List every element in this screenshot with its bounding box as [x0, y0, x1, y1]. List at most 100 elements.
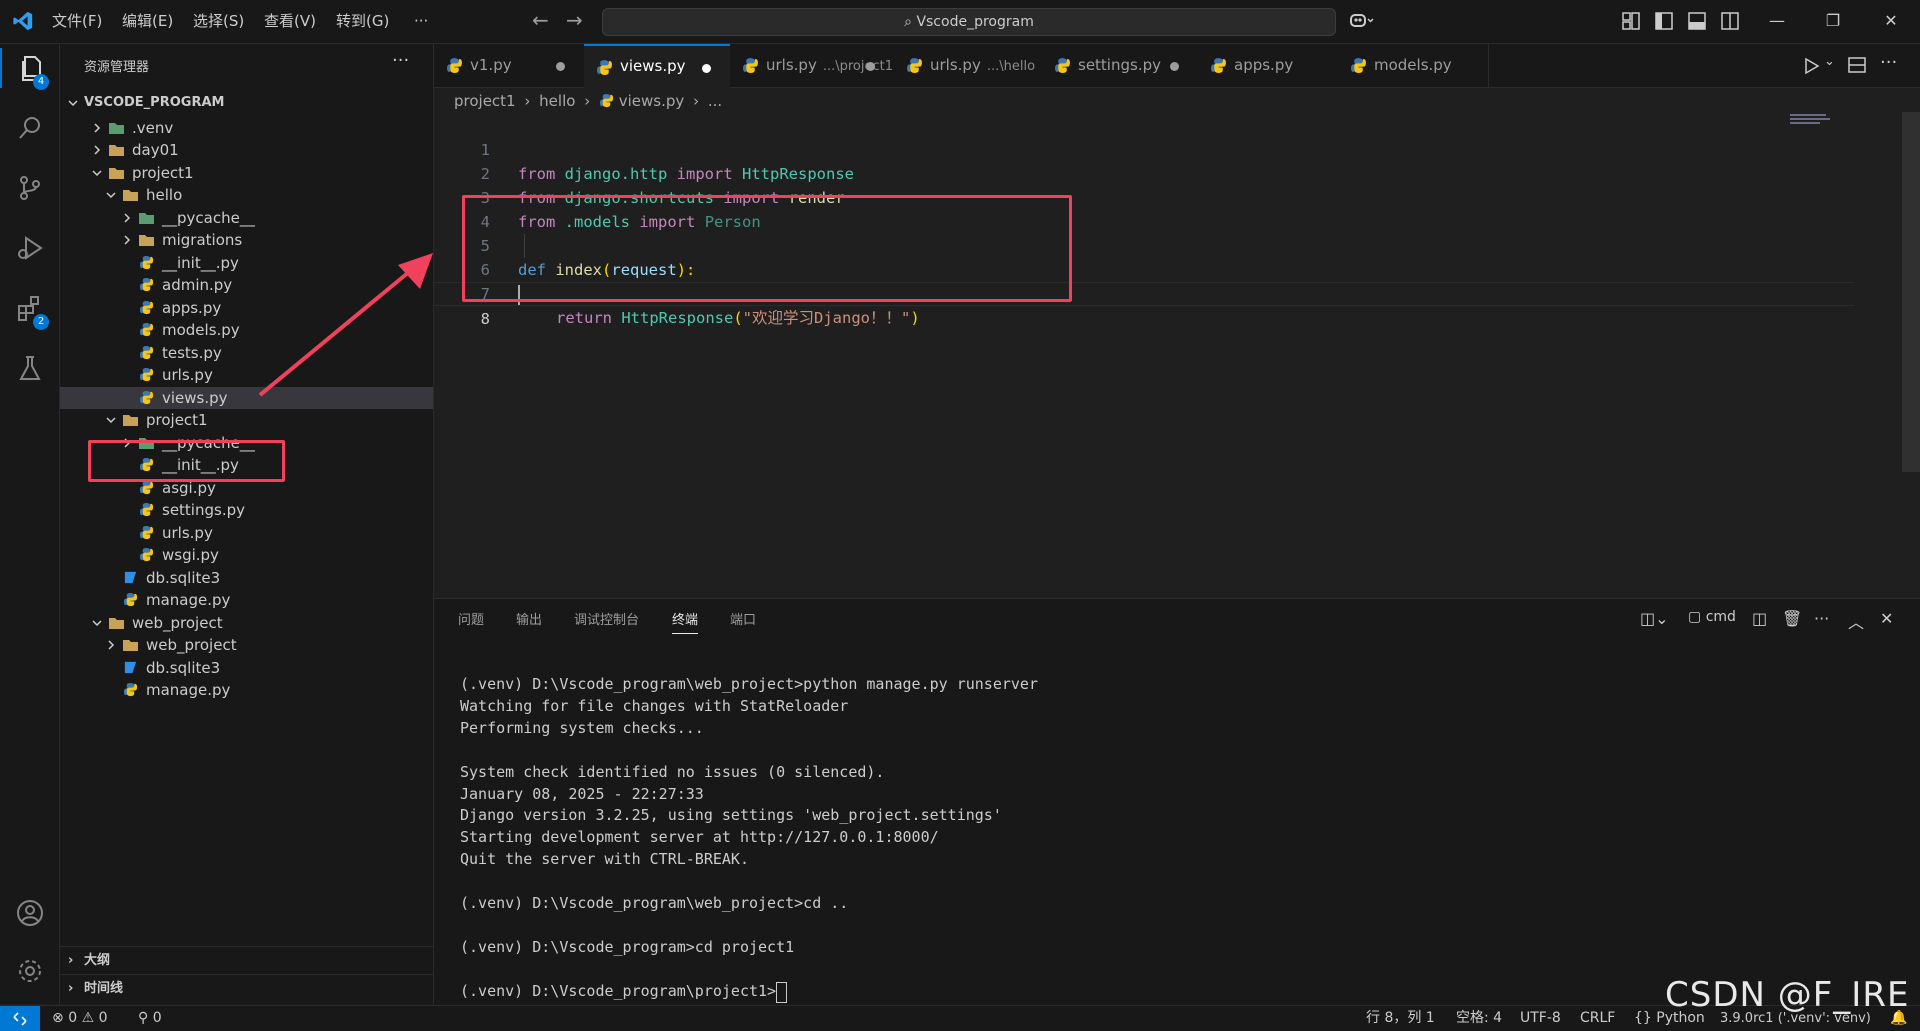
restore-icon[interactable]: ❐: [1818, 6, 1848, 36]
close-window-icon[interactable]: ✕: [1876, 6, 1906, 36]
panel-tab-output[interactable]: 输出: [516, 609, 542, 633]
tree-item[interactable]: settings.py: [60, 499, 433, 522]
tree-item[interactable]: web_project: [60, 634, 433, 657]
maximize-panel-chevron-up-icon[interactable]: ︿: [1848, 609, 1864, 633]
menu-selection[interactable]: 选择(S): [193, 0, 244, 43]
panel-more-icon[interactable]: ···: [1814, 609, 1829, 628]
search-icon[interactable]: [0, 104, 59, 152]
extensions-icon[interactable]: [0, 284, 59, 332]
folder-icon: [123, 640, 138, 652]
tree-item[interactable]: manage.py: [60, 589, 433, 612]
tree-item[interactable]: .venv: [60, 117, 433, 140]
forward-arrow-icon[interactable]: →: [566, 8, 583, 32]
breadcrumb-item[interactable]: hello: [539, 92, 575, 110]
new-terminal-split-icon[interactable]: ◫⌄: [1640, 609, 1669, 628]
breadcrumb-separator-icon: ›: [524, 92, 531, 110]
editor-tab[interactable]: apps.py: [1198, 44, 1339, 87]
workspace-root[interactable]: VSCODE_PROGRAM: [60, 89, 433, 117]
outline-section[interactable]: › 大纲: [60, 946, 433, 974]
source-control-icon[interactable]: [0, 164, 59, 212]
editor-tab[interactable]: urls.py ...\hello: [894, 44, 1043, 87]
customize-layout-icon[interactable]: [1622, 12, 1640, 30]
indentation[interactable]: 空格: 4: [1456, 1006, 1502, 1031]
panel-tab-problems[interactable]: 问题: [458, 609, 484, 633]
tree-item[interactable]: __pycache__: [60, 207, 433, 230]
unsaved-dot-icon[interactable]: [702, 64, 711, 73]
toggle-secondary-sidebar-icon[interactable]: [1721, 12, 1739, 30]
tree-item-label: migrations: [162, 231, 243, 250]
terminal-shell-selector[interactable]: ▢ cmd: [1688, 609, 1736, 625]
editor-tab[interactable]: views.py: [584, 44, 731, 88]
python-file-icon: [139, 503, 154, 517]
settings-gear-icon[interactable]: [0, 947, 59, 995]
split-editor-icon[interactable]: [1848, 56, 1866, 74]
tree-item[interactable]: wsgi.py: [60, 544, 433, 567]
breadcrumb-item[interactable]: views.py: [619, 92, 685, 110]
panel-tab-ports[interactable]: 端口: [730, 609, 756, 633]
tree-item-label: urls.py: [162, 366, 213, 385]
chevron-down-icon: [106, 192, 116, 199]
editor-tab[interactable]: models.py: [1338, 44, 1489, 87]
tab-label: apps.py: [1234, 56, 1294, 74]
file-highlight-box: [88, 440, 285, 482]
tree-item[interactable]: urls.py: [60, 522, 433, 545]
copilot-icon[interactable]: [1348, 10, 1374, 32]
minimize-icon[interactable]: —: [1762, 6, 1792, 36]
close-panel-icon[interactable]: ✕: [1880, 609, 1893, 628]
tree-item[interactable]: project1: [60, 409, 433, 432]
menu-edit[interactable]: 编辑(E): [122, 0, 173, 43]
tree-item[interactable]: manage.py: [60, 679, 433, 702]
tree-item[interactable]: day01: [60, 139, 433, 162]
tree-item[interactable]: hello: [60, 184, 433, 207]
folder-icon: [109, 617, 124, 629]
menu-go[interactable]: 转到(G): [336, 0, 389, 43]
run-debug-icon[interactable]: [0, 224, 59, 272]
encoding[interactable]: UTF-8: [1520, 1006, 1561, 1031]
panel-tab-debug-console[interactable]: 调试控制台: [574, 609, 639, 633]
breadcrumb-item[interactable]: ...: [708, 92, 722, 110]
menu-file[interactable]: 文件(F): [52, 0, 102, 43]
toggle-sidebar-icon[interactable]: [1655, 12, 1673, 30]
breadcrumb-item[interactable]: project1: [454, 92, 516, 110]
editor-tab[interactable]: urls.py ...\project1: [730, 44, 895, 87]
problems-indicator[interactable]: ⊗ 0 ⚠ 0: [52, 1006, 108, 1031]
editor-tab[interactable]: settings.py: [1042, 44, 1199, 87]
menu-more[interactable]: ···: [414, 0, 428, 43]
line-endings[interactable]: CRLF: [1580, 1006, 1615, 1031]
unsaved-dot-icon[interactable]: [556, 62, 565, 71]
terminal-line: (.venv) D:\Vscode_program\project1>: [460, 981, 777, 1000]
run-dropdown-icon[interactable]: ⌄: [1824, 54, 1835, 69]
toggle-panel-icon[interactable]: [1688, 12, 1706, 30]
breadcrumb: project1 › hello › views.py › ...: [434, 88, 722, 115]
tree-item[interactable]: db.sqlite3: [60, 567, 433, 590]
testing-icon[interactable]: [0, 344, 59, 392]
editor-more-icon[interactable]: ···: [1880, 52, 1897, 73]
explorer-badge: 4: [33, 74, 49, 90]
panel-tab-terminal[interactable]: 终端: [672, 609, 699, 634]
tree-item-label: day01: [132, 141, 179, 160]
kill-terminal-trash-icon[interactable]: 🗑: [1782, 609, 1802, 628]
cursor-position[interactable]: 行 8，列 1: [1366, 1006, 1435, 1031]
unsaved-dot-icon[interactable]: [866, 62, 875, 71]
unsaved-dot-icon[interactable]: [1170, 62, 1179, 71]
activity-bar: 4 2: [0, 44, 60, 1004]
timeline-section[interactable]: › 时间线: [60, 974, 433, 1002]
tree-item[interactable]: web_project: [60, 612, 433, 635]
command-center-search[interactable]: ⌕ Vscode_program: [602, 8, 1336, 36]
sidebar-more-button[interactable]: ···: [392, 50, 409, 71]
menu-view[interactable]: 查看(V): [264, 0, 316, 43]
split-terminal-icon[interactable]: ◫: [1752, 609, 1767, 628]
chevron-right-icon: [94, 123, 101, 133]
minimap[interactable]: [1790, 114, 1836, 126]
remote-indicator[interactable]: [0, 1006, 40, 1031]
ports-indicator[interactable]: ⚲ 0: [138, 1006, 162, 1031]
editor-scrollbar[interactable]: [1902, 112, 1920, 472]
accounts-icon[interactable]: [0, 889, 59, 937]
explorer-icon[interactable]: [0, 44, 59, 92]
tree-item[interactable]: project1: [60, 162, 433, 185]
back-arrow-icon[interactable]: ←: [532, 8, 549, 32]
run-python-file-icon[interactable]: [1802, 57, 1820, 75]
tree-item-label: manage.py: [146, 681, 231, 699]
tree-item[interactable]: db.sqlite3: [60, 657, 433, 680]
editor-tab[interactable]: v1.py: [434, 44, 585, 87]
